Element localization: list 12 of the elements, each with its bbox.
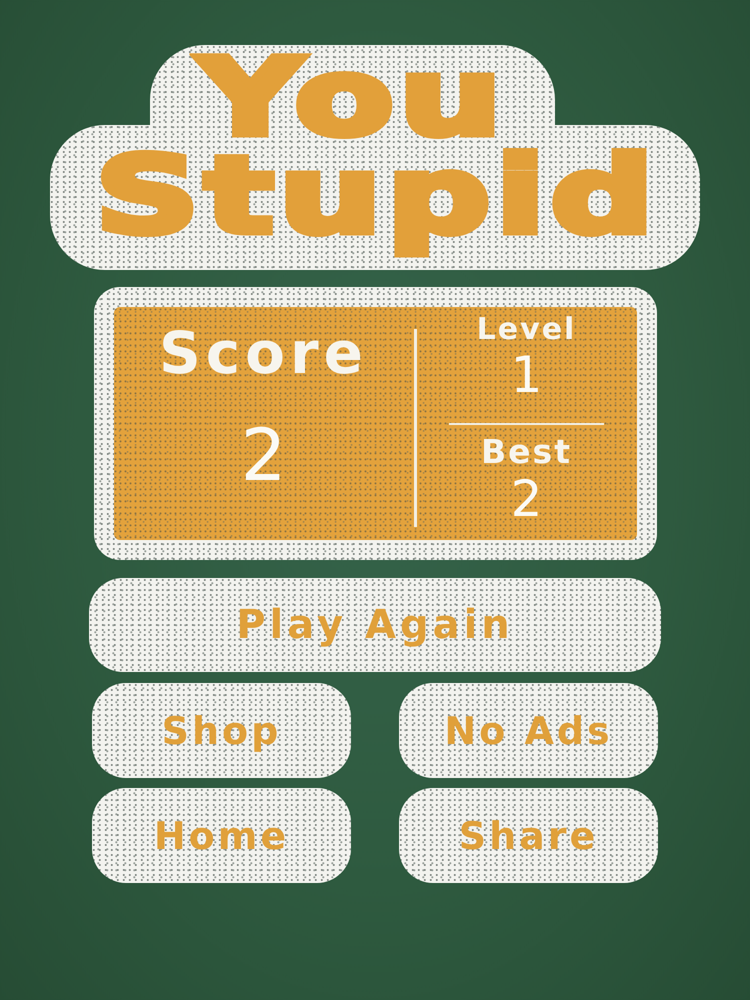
stat-label: Level — [476, 313, 576, 347]
menu-button[interactable]: Shop — [92, 683, 351, 778]
menu-button[interactable]: Share — [399, 788, 658, 883]
score-value: 2 — [240, 415, 286, 495]
menu-button[interactable]: No Ads — [399, 683, 658, 778]
stat-value: 1 — [510, 347, 542, 403]
stat-value: 2 — [510, 471, 542, 527]
title-word: Stupid — [95, 140, 659, 252]
score-label: Score — [159, 321, 368, 385]
stat-label: Best — [481, 433, 572, 471]
menu-button[interactable]: Home — [92, 788, 351, 883]
play-again-button[interactable]: Play Again — [89, 578, 661, 672]
